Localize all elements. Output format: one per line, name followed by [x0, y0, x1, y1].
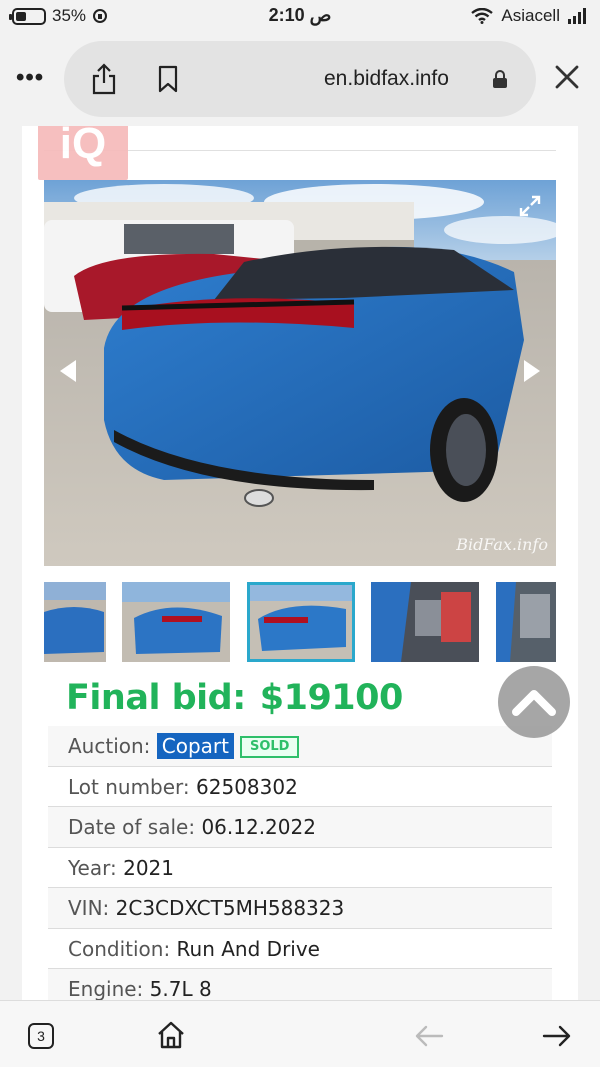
- detail-row-vin: VIN: 2C3CDXCT5MH588323: [48, 888, 552, 929]
- thumbnail[interactable]: [44, 582, 106, 662]
- main-car-photo[interactable]: BidFax.info: [44, 180, 556, 566]
- detail-row-date: Date of sale: 06.12.2022: [48, 807, 552, 848]
- lot-details: Auction: Copart SOLD Lot number: 62508302…: [48, 726, 552, 1000]
- signal-icon: [568, 8, 586, 24]
- car-photo-image: [44, 180, 556, 566]
- carrier-name: Asiacell: [501, 6, 560, 25]
- url-text[interactable]: en.bidfax.info: [324, 67, 449, 91]
- date-label: Date of sale:: [68, 815, 202, 839]
- auction-label: Auction:: [68, 734, 157, 758]
- status-right: Asiacell: [471, 6, 586, 26]
- condition-value: Run And Drive: [176, 936, 320, 961]
- thumbnail[interactable]: [371, 582, 479, 662]
- condition-label: Condition:: [68, 936, 177, 961]
- final-bid-label: Final bid:: [66, 678, 246, 718]
- back-arrow-icon[interactable]: [414, 1023, 444, 1049]
- more-options-icon[interactable]: •••: [16, 64, 44, 92]
- auction-value[interactable]: Copart: [156, 733, 234, 759]
- engine-label: Engine:: [68, 977, 150, 1000]
- chevron-up-icon: [512, 690, 556, 716]
- detail-row-lot: Lot number: 62508302: [48, 767, 552, 807]
- next-photo-icon[interactable]: [522, 358, 542, 384]
- date-value: 06.12.2022: [201, 815, 316, 839]
- year-value: 2021: [123, 855, 174, 880]
- scroll-to-top-button[interactable]: [498, 666, 570, 738]
- detail-row-engine: Engine: 5.7L 8: [48, 969, 552, 1000]
- site-logo[interactable]: iQ: [38, 126, 128, 180]
- final-bid: Final bid: $19100: [66, 678, 403, 718]
- tabs-button[interactable]: 3: [28, 1023, 54, 1049]
- vin-label: VIN:: [68, 896, 116, 920]
- listing-card: BidFax.info Final bid: $19100 Auction: C…: [22, 126, 578, 1000]
- thumbnail-active[interactable]: [247, 582, 355, 662]
- site-logo-text: iQ: [59, 126, 107, 168]
- forward-arrow-icon[interactable]: [542, 1023, 572, 1049]
- close-icon[interactable]: [554, 64, 580, 90]
- sold-badge: SOLD: [239, 736, 300, 758]
- browser-bottom-bar: 3: [0, 1000, 600, 1067]
- year-label: Year:: [68, 855, 124, 880]
- thumbnail[interactable]: [122, 582, 230, 662]
- lot-label: Lot number:: [68, 774, 197, 799]
- home-icon[interactable]: [156, 1020, 186, 1050]
- engine-value: 5.7L 8: [149, 977, 212, 1000]
- share-icon[interactable]: [90, 63, 118, 95]
- detail-row-auction: Auction: Copart SOLD: [48, 726, 552, 767]
- bookmark-icon[interactable]: [156, 65, 180, 93]
- thumbnail[interactable]: [496, 582, 556, 662]
- lock-icon: [493, 70, 507, 88]
- wifi-icon: [471, 8, 494, 24]
- photo-thumbnails: [44, 582, 556, 662]
- photo-watermark: BidFax.info: [456, 535, 548, 554]
- final-bid-amount: $19100: [259, 678, 404, 718]
- detail-row-condition: Condition: Run And Drive: [48, 929, 552, 969]
- detail-row-year: Year: 2021: [48, 848, 552, 888]
- status-bar: 35% 2:10 ص Asiacell: [0, 0, 600, 34]
- lot-value: 62508302: [196, 774, 298, 799]
- expand-icon[interactable]: [518, 194, 542, 218]
- previous-photo-icon[interactable]: [58, 358, 78, 384]
- address-bar[interactable]: en.bidfax.info: [64, 41, 536, 117]
- browser-toolbar: ••• en.bidfax.info: [0, 34, 600, 126]
- vin-value: 2C3CDXCT5MH588323: [115, 896, 345, 920]
- web-page: BidFax.info Final bid: $19100 Auction: C…: [0, 126, 600, 1000]
